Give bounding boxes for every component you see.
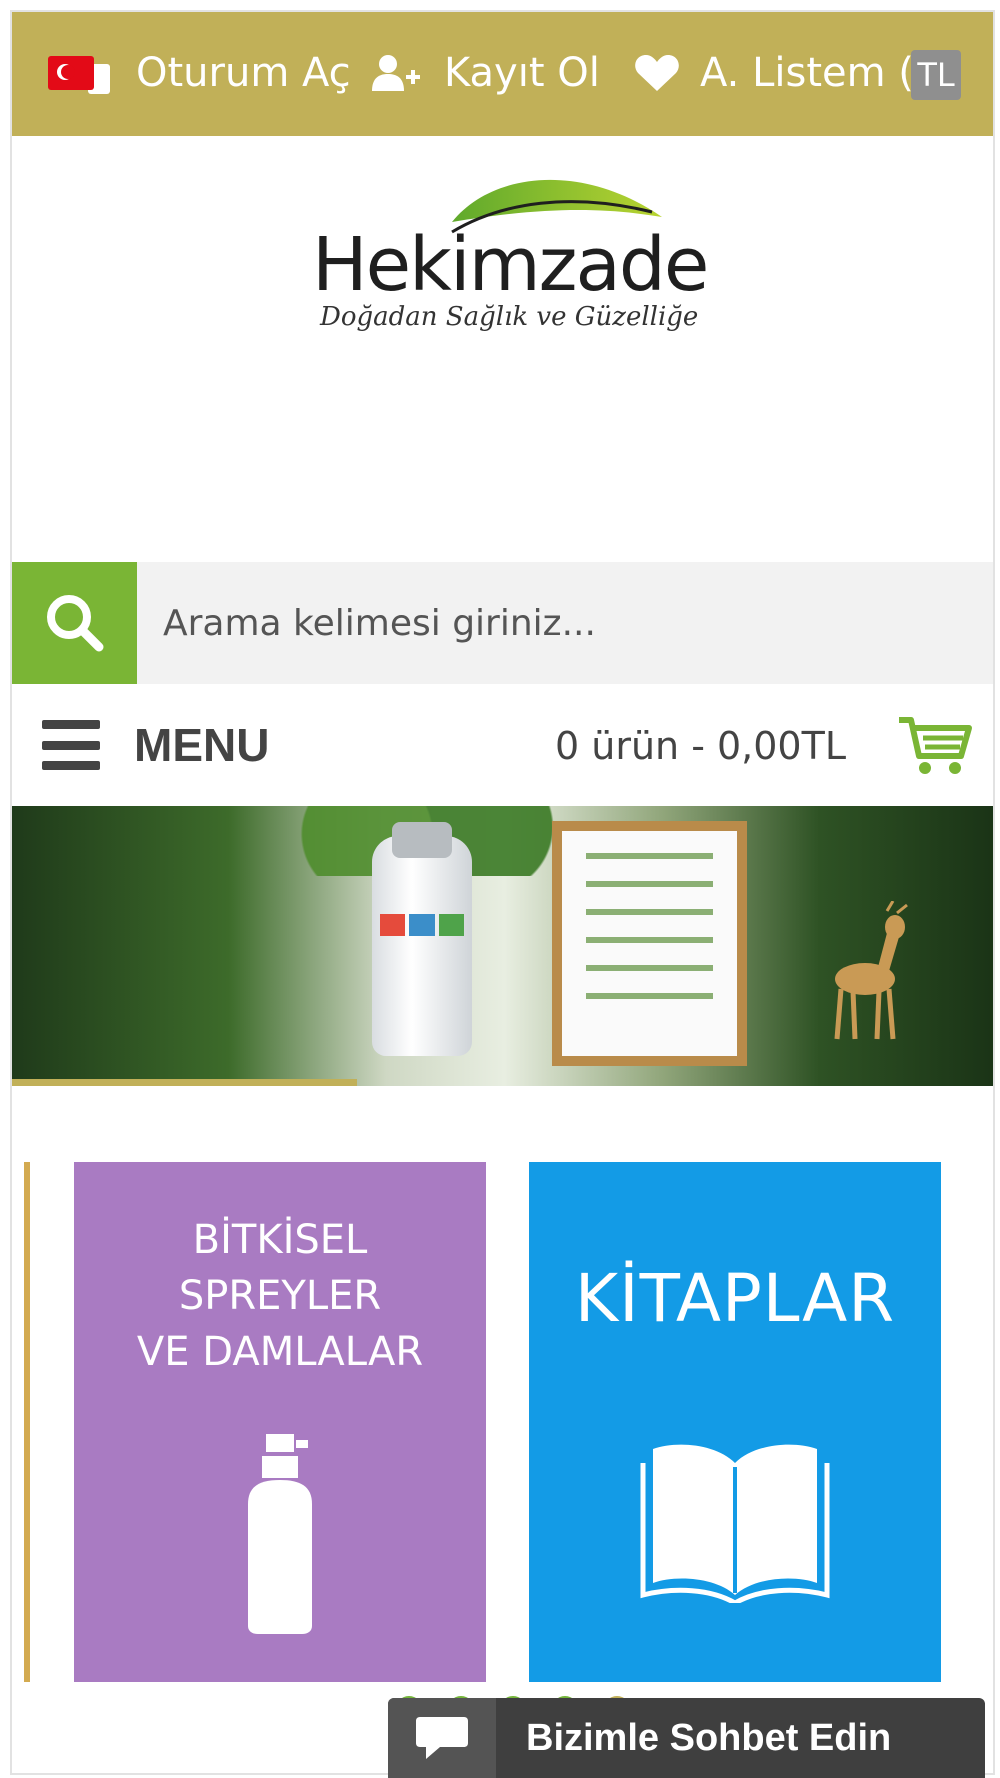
spray-bottle-icon — [248, 1434, 312, 1634]
open-book-icon — [640, 1444, 830, 1603]
add-user-icon — [372, 55, 420, 91]
chat-icon-container — [388, 1698, 496, 1778]
logo-tagline: Doğadan Sağlık ve Güzelliğe — [320, 302, 699, 332]
menu-label[interactable]: MENU — [134, 718, 269, 772]
product-bottle-image — [372, 822, 472, 1056]
wishlist-link[interactable]: A. Listem (0 — [634, 50, 939, 96]
cart-summary[interactable]: 0 ürün - 0,00TL — [555, 724, 846, 768]
category-title: BİTKİSEL SPREYLER VE DAMLALAR — [136, 1217, 424, 1375]
login-label: Oturum Aç — [136, 50, 351, 96]
info-board-image — [552, 821, 747, 1066]
heart-icon — [635, 55, 679, 91]
logo-brand-text: Hekimzade — [312, 222, 709, 308]
category-books[interactable]: KİTAPLAR — [529, 1162, 941, 1682]
banner-progress-bar — [12, 1079, 357, 1086]
register-label: Kayıt Ol — [444, 50, 600, 96]
hamburger-menu-icon[interactable] — [42, 720, 100, 770]
deer-image — [834, 901, 908, 1040]
menu-bar: MENU 0 ürün - 0,00TL — [12, 684, 993, 806]
currency-badge[interactable]: TL — [911, 50, 961, 100]
wishlist-label: A. Listem (0 — [700, 50, 940, 96]
category-herbal-sprays[interactable]: BİTKİSEL SPREYLER VE DAMLALAR — [74, 1162, 486, 1682]
shopping-cart-icon[interactable] — [897, 714, 975, 776]
login-link[interactable]: Oturum Aç — [48, 50, 351, 96]
search-input[interactable] — [137, 562, 993, 684]
chat-label: Bizimle Sohbet Edin — [526, 1716, 892, 1759]
page-frame: Oturum Aç Kayıt Ol A. Listem (0 TL Hekim… — [10, 10, 995, 1775]
chat-bubble-icon — [416, 1717, 468, 1759]
search-button[interactable] — [12, 562, 137, 684]
turkish-flag-icon — [48, 56, 94, 90]
live-chat-button[interactable]: Bizimle Sohbet Edin — [388, 1698, 985, 1778]
search-icon — [46, 595, 103, 652]
category-accent-bar — [24, 1162, 30, 1682]
category-title: KİTAPLAR — [574, 1260, 896, 1337]
search-bar — [12, 562, 993, 684]
promo-banner[interactable] — [12, 806, 993, 1086]
brand-logo[interactable]: Hekimzade Doğadan Sağlık ve Güzelliğe — [312, 162, 712, 342]
top-bar: Oturum Aç Kayıt Ol A. Listem (0 TL — [12, 12, 993, 136]
register-link[interactable]: Kayıt Ol — [372, 50, 600, 96]
